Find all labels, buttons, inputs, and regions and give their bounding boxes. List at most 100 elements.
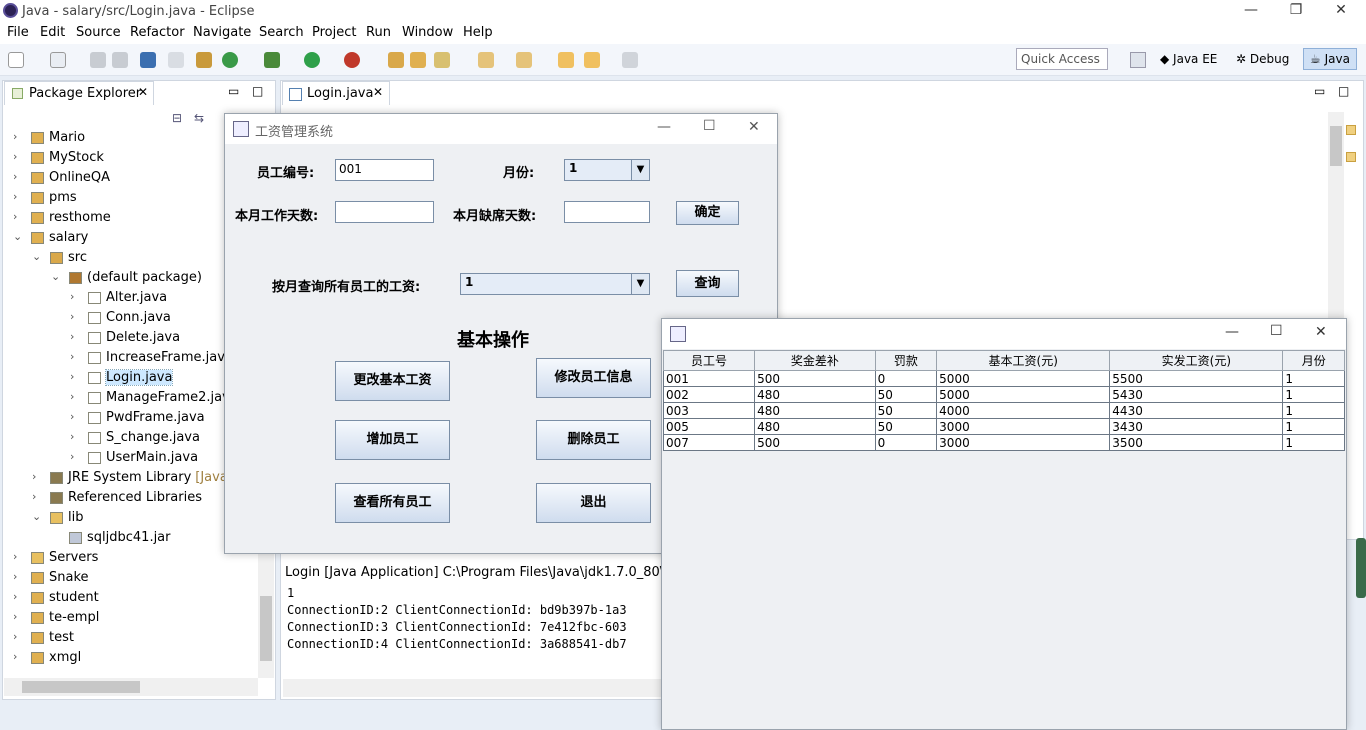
chevron-down-icon[interactable]: ▼ <box>631 160 649 180</box>
table-cell[interactable]: 50 <box>874 386 938 403</box>
debug-icon[interactable] <box>264 52 280 68</box>
perspective-debug[interactable]: ✲ Debug <box>1236 52 1289 66</box>
maximize-editor-icon[interactable]: □ <box>1338 84 1349 98</box>
chevron-right-icon[interactable]: › <box>13 550 17 563</box>
tree-item[interactable]: › PwdFrame.java <box>70 410 205 425</box>
menu-run[interactable]: Run <box>366 25 391 40</box>
close-tab-icon[interactable]: ✕ <box>373 85 383 99</box>
tree-item[interactable]: › Login.java <box>70 369 174 386</box>
maximize-view-icon[interactable]: □ <box>252 84 263 98</box>
table-cell[interactable]: 480 <box>754 418 876 435</box>
menu-file[interactable]: File <box>7 25 29 40</box>
chevron-right-icon[interactable]: › <box>13 570 17 583</box>
tree-item[interactable]: › ManageFrame2.java <box>70 390 238 405</box>
column-header[interactable]: 奖金差补 <box>754 350 876 371</box>
table-cell[interactable]: 003 <box>662 402 756 419</box>
chevron-right-icon[interactable]: › <box>13 150 17 163</box>
editor-tab-login[interactable]: Login.java ✕ <box>282 81 390 105</box>
build-icon[interactable] <box>196 52 212 68</box>
menu-edit[interactable]: Edit <box>40 25 65 40</box>
chevron-right-icon[interactable]: › <box>70 430 74 443</box>
tree-item[interactable]: › pms <box>13 190 77 205</box>
table-cell[interactable]: 001 <box>662 370 756 387</box>
change-base-salary-button[interactable]: 更改基本工资 <box>335 361 450 401</box>
table-cell[interactable]: 3000 <box>936 434 1111 451</box>
open-folder-icon[interactable] <box>410 52 426 68</box>
scrollbar-thumb[interactable] <box>260 596 272 661</box>
package-explorer-tab[interactable]: Package Explorer ✕ <box>4 81 154 105</box>
open-perspective-icon[interactable] <box>1130 52 1146 68</box>
last-edit-icon[interactable] <box>558 52 574 68</box>
table-row[interactable]: 001 500 0 5000 5500 1 <box>662 370 1345 387</box>
tree-item[interactable]: › student <box>13 590 99 605</box>
pencil-icon[interactable] <box>434 52 450 68</box>
perspective-java[interactable]: ☕ Java <box>1303 48 1357 70</box>
edit-employee-button[interactable]: 修改员工信息 <box>536 358 651 398</box>
table-cell[interactable]: 5430 <box>1109 386 1284 403</box>
table-cell[interactable]: 4430 <box>1109 402 1284 419</box>
close-button[interactable]: ✕ <box>1315 324 1327 340</box>
menu-help[interactable]: Help <box>463 25 493 40</box>
chevron-right-icon[interactable]: › <box>70 390 74 403</box>
view-all-employees-button[interactable]: 查看所有员工 <box>335 483 450 523</box>
run-external-icon[interactable] <box>344 52 360 68</box>
prev-annotation-icon[interactable] <box>516 52 532 68</box>
chevron-down-icon[interactable]: ⌄ <box>32 510 41 523</box>
chevron-right-icon[interactable]: › <box>70 450 74 463</box>
tree-item[interactable]: › MyStock <box>13 150 104 165</box>
side-grip-icon[interactable] <box>1356 538 1366 598</box>
tree-item[interactable]: ⌄ src <box>32 250 87 265</box>
table-cell[interactable]: 3430 <box>1109 418 1284 435</box>
minimize-view-icon[interactable]: ▭ <box>228 84 239 98</box>
tree-item[interactable]: ⌄ (default package) <box>51 270 202 285</box>
query-button[interactable]: 查询 <box>676 270 739 297</box>
quick-access-input[interactable]: Quick Access <box>1016 48 1108 70</box>
chevron-right-icon[interactable]: › <box>70 350 74 363</box>
chevron-right-icon[interactable]: › <box>70 310 74 323</box>
close-button[interactable]: ✕ <box>748 119 760 135</box>
table-cell[interactable]: 0 <box>874 434 938 451</box>
tree-item[interactable]: ⌄ salary <box>13 230 88 245</box>
table-cell[interactable]: 1 <box>1282 418 1345 435</box>
chevron-down-icon[interactable]: ⌄ <box>51 270 60 283</box>
tree-item[interactable]: › Alter.java <box>70 290 167 305</box>
chevron-right-icon[interactable]: › <box>13 130 17 143</box>
back-arrow-icon[interactable] <box>584 52 600 68</box>
table-cell[interactable]: 480 <box>754 386 876 403</box>
absent-days-input[interactable] <box>564 201 650 223</box>
menu-refactor[interactable]: Refactor <box>130 25 185 40</box>
chevron-right-icon[interactable]: › <box>70 290 74 303</box>
table-cell[interactable]: 1 <box>1282 370 1345 387</box>
table-cell[interactable]: 3500 <box>1109 434 1284 451</box>
table-row[interactable]: 007 500 0 3000 3500 1 <box>662 434 1345 451</box>
tree-item[interactable]: › te-empl <box>13 610 99 625</box>
tree-item[interactable]: › Conn.java <box>70 310 171 325</box>
confirm-button[interactable]: 确定 <box>676 201 739 225</box>
month-select[interactable]: 1 ▼ <box>564 159 650 181</box>
refresh-icon[interactable] <box>222 52 238 68</box>
save-icon[interactable] <box>90 52 106 68</box>
column-header[interactable]: 月份 <box>1282 350 1345 371</box>
tree-item[interactable]: › Snake <box>13 570 89 585</box>
exit-button[interactable]: 退出 <box>536 483 651 523</box>
menu-navigate[interactable]: Navigate <box>193 25 251 40</box>
menu-window[interactable]: Window <box>402 25 453 40</box>
table-cell[interactable]: 480 <box>754 402 876 419</box>
console-horizontal-scrollbar[interactable] <box>283 679 663 697</box>
tree-item[interactable]: › JRE System Library [JavaSE <box>32 470 244 485</box>
chevron-right-icon[interactable]: › <box>13 590 17 603</box>
tree-item[interactable]: › Servers <box>13 550 98 565</box>
new-wizard-icon[interactable] <box>50 52 66 68</box>
table-row[interactable]: 003 480 50 4000 4430 1 <box>662 402 1345 419</box>
table-cell[interactable]: 007 <box>662 434 756 451</box>
column-header[interactable]: 实发工资(元) <box>1109 350 1284 371</box>
restore-button[interactable]: ❐ <box>1281 2 1311 18</box>
chevron-right-icon[interactable]: › <box>13 650 17 663</box>
close-tab-icon[interactable]: ✕ <box>138 85 148 99</box>
run-icon[interactable] <box>304 52 320 68</box>
maximize-button[interactable]: ☐ <box>1270 323 1283 339</box>
table-cell[interactable]: 5500 <box>1109 370 1284 387</box>
perspective-java-ee[interactable]: ◆ Java EE <box>1160 52 1217 66</box>
chevron-right-icon[interactable]: › <box>70 330 74 343</box>
terminal-icon[interactable] <box>140 52 156 68</box>
